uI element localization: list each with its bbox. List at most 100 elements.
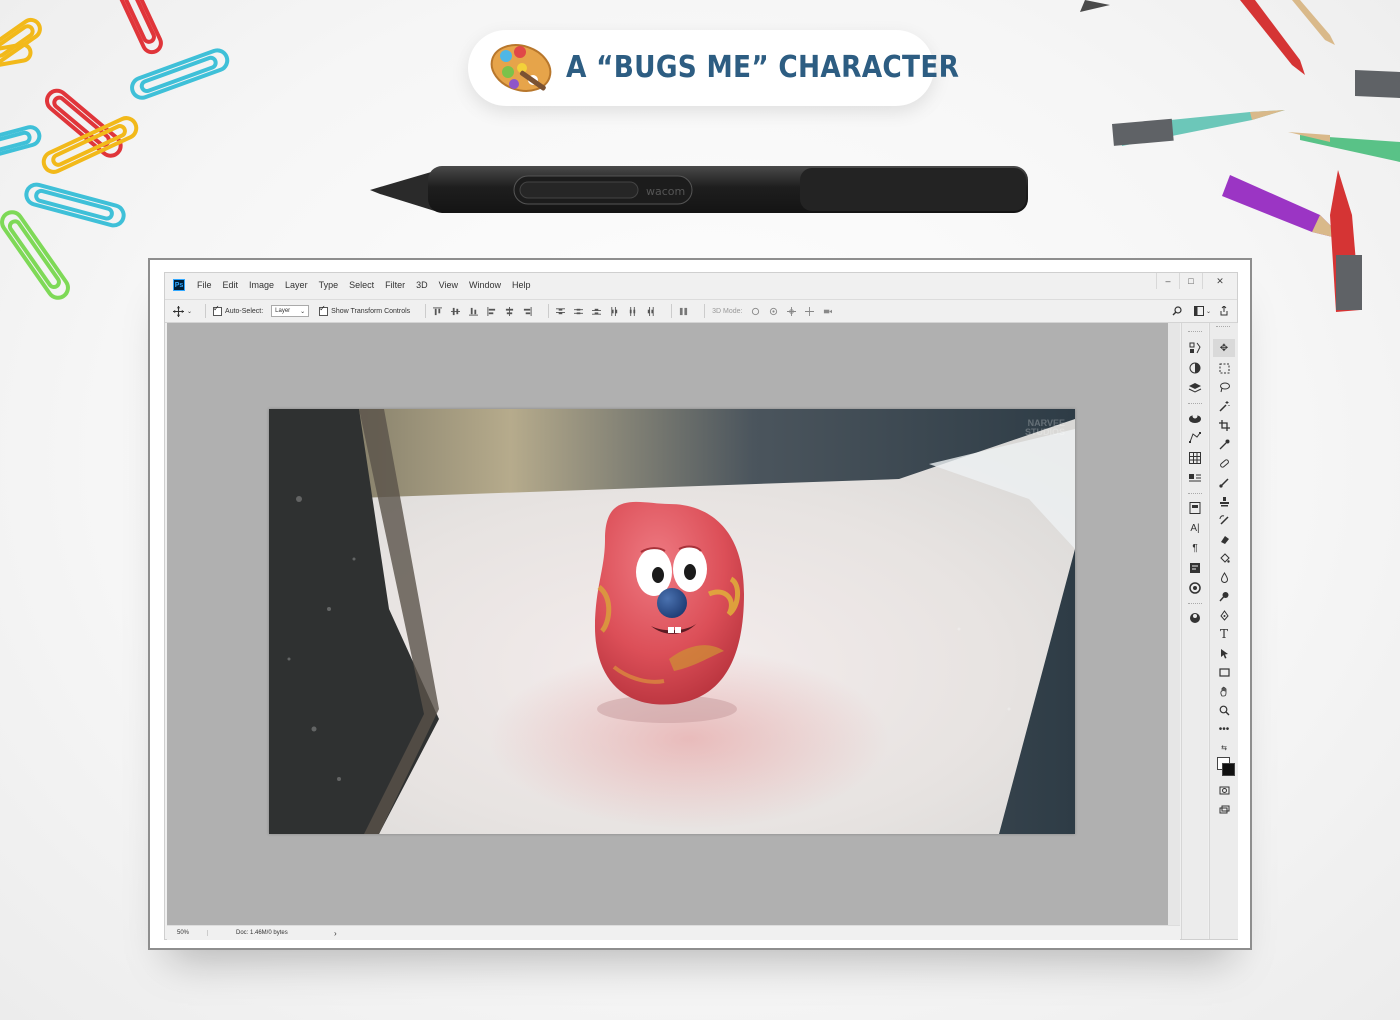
menu-help[interactable]: Help bbox=[512, 280, 531, 290]
paragraph-icon[interactable]: ¶ bbox=[1188, 541, 1202, 555]
3d-pan-icon[interactable] bbox=[786, 306, 796, 316]
auto-select-value: Layer bbox=[275, 308, 291, 314]
history-icon[interactable] bbox=[1188, 341, 1202, 355]
panel-grip[interactable] bbox=[1216, 326, 1230, 329]
type-tool-icon[interactable]: T bbox=[1217, 627, 1231, 641]
notes-icon[interactable] bbox=[1188, 561, 1202, 575]
screen-mode-icon[interactable] bbox=[1217, 802, 1231, 816]
menu-type[interactable]: Type bbox=[319, 280, 339, 290]
swatches-icon[interactable] bbox=[1188, 451, 1202, 465]
3d-icon[interactable] bbox=[1188, 411, 1202, 425]
show-transform-checkbox[interactable]: Show Transform Controls bbox=[319, 304, 410, 316]
3d-slide-icon[interactable] bbox=[804, 306, 814, 316]
maximize-button[interactable]: □ bbox=[1179, 273, 1202, 289]
share-icon[interactable] bbox=[1219, 306, 1229, 316]
clone-stamp-icon[interactable] bbox=[1217, 494, 1231, 508]
panel-grip[interactable] bbox=[1188, 403, 1202, 406]
magic-wand-icon[interactable] bbox=[1217, 399, 1231, 413]
chevron-down-icon[interactable]: ⌄ bbox=[187, 308, 192, 315]
document-image[interactable]: NARVEE STUDIOS bbox=[269, 409, 1075, 834]
eraser-icon[interactable] bbox=[1217, 532, 1231, 546]
3d-roll-icon[interactable] bbox=[769, 307, 778, 316]
chevron-down-icon: ⌄ bbox=[300, 308, 306, 315]
lasso-tool-icon[interactable] bbox=[1217, 380, 1231, 394]
more-tools-icon[interactable]: ••• bbox=[1217, 722, 1231, 736]
eyedropper-icon[interactable] bbox=[1217, 437, 1231, 451]
distribute-left-icon[interactable] bbox=[610, 306, 619, 316]
distribute-hcenter-icon[interactable] bbox=[628, 306, 637, 316]
path-selection-icon[interactable] bbox=[1217, 646, 1231, 660]
menu-select[interactable]: Select bbox=[349, 280, 374, 290]
properties-icon[interactable] bbox=[1188, 501, 1202, 515]
color-icon[interactable] bbox=[1188, 361, 1202, 375]
healing-brush-icon[interactable] bbox=[1217, 456, 1231, 470]
distribute-right-icon[interactable] bbox=[646, 306, 655, 316]
auto-select-dropdown[interactable]: Layer ⌄ bbox=[271, 305, 310, 317]
3d-rotate-icon[interactable] bbox=[751, 307, 760, 316]
quick-mask-icon[interactable] bbox=[1217, 783, 1231, 797]
rectangle-tool-icon[interactable] bbox=[1217, 665, 1231, 679]
background-color-swatch[interactable] bbox=[1222, 763, 1235, 776]
workspace-icon[interactable] bbox=[1193, 306, 1204, 316]
move-tool-icon[interactable]: ✥ bbox=[1213, 339, 1235, 357]
history-brush-icon[interactable] bbox=[1217, 513, 1231, 527]
panel-grip[interactable] bbox=[1188, 603, 1202, 606]
menu-3d[interactable]: 3D bbox=[416, 280, 428, 290]
menu-window[interactable]: Window bbox=[469, 280, 501, 290]
distribute-vcenter-icon[interactable] bbox=[574, 307, 584, 316]
distribute-bottom-icon[interactable] bbox=[592, 307, 602, 316]
3d-scale-icon[interactable] bbox=[823, 307, 832, 316]
adjustments-icon[interactable] bbox=[1188, 471, 1202, 485]
minimize-button[interactable]: – bbox=[1156, 273, 1179, 289]
vertical-scrollbar[interactable] bbox=[1168, 323, 1180, 925]
zoom-tool-icon[interactable] bbox=[1217, 703, 1231, 717]
move-tool-icon[interactable] bbox=[173, 305, 184, 317]
menu-image[interactable]: Image bbox=[249, 280, 274, 290]
blur-tool-icon[interactable] bbox=[1217, 570, 1231, 584]
close-button[interactable]: ✕ bbox=[1202, 273, 1237, 289]
menu-edit[interactable]: Edit bbox=[223, 280, 239, 290]
watermark-line: STUDIOS bbox=[1024, 427, 1065, 437]
libraries-icon[interactable] bbox=[1188, 581, 1202, 595]
search-icon[interactable] bbox=[1172, 306, 1182, 316]
pen-tool-icon[interactable] bbox=[1217, 608, 1231, 622]
paperclip-icon bbox=[130, 48, 230, 100]
align-top-icon[interactable] bbox=[433, 306, 443, 316]
dodge-tool-icon[interactable] bbox=[1217, 589, 1231, 603]
marquee-tool-icon[interactable] bbox=[1217, 361, 1231, 375]
pencil-icon bbox=[1080, 0, 1335, 75]
photoshop-window: Ps File Edit Image Layer Type Select Fil… bbox=[164, 272, 1238, 940]
align-left-icon[interactable] bbox=[487, 306, 496, 316]
chevron-down-icon[interactable]: ⌄ bbox=[1206, 308, 1211, 315]
menu-filter[interactable]: Filter bbox=[385, 280, 405, 290]
auto-select-checkbox[interactable]: Auto-Select: bbox=[213, 304, 263, 316]
menu-view[interactable]: View bbox=[439, 280, 458, 290]
status-arrow[interactable]: › bbox=[334, 929, 337, 938]
auto-align-icon[interactable] bbox=[679, 307, 688, 316]
panel-grip[interactable] bbox=[1188, 331, 1202, 334]
menu-file[interactable]: File bbox=[197, 280, 212, 290]
brush-tool-icon[interactable] bbox=[1217, 475, 1231, 489]
hand-tool-icon[interactable] bbox=[1217, 684, 1231, 698]
panel-grip[interactable] bbox=[1188, 493, 1202, 496]
divider bbox=[671, 304, 673, 318]
paths-icon[interactable] bbox=[1188, 431, 1202, 445]
align-hcenter-icon[interactable] bbox=[505, 306, 514, 316]
paint-bucket-icon[interactable] bbox=[1217, 551, 1231, 565]
channels-icon[interactable] bbox=[1188, 611, 1202, 625]
pencil-icon bbox=[1222, 175, 1345, 240]
pencil-icon bbox=[1330, 170, 1362, 312]
swap-colors-icon[interactable]: ⇆ bbox=[1217, 741, 1231, 755]
character-icon[interactable]: A| bbox=[1188, 521, 1202, 535]
zoom-level[interactable]: 50% bbox=[167, 930, 208, 936]
layers-icon[interactable] bbox=[1188, 381, 1202, 395]
align-vcenter-icon[interactable] bbox=[451, 307, 461, 316]
align-right-icon[interactable] bbox=[523, 306, 532, 316]
divider bbox=[548, 304, 550, 318]
menu-layer[interactable]: Layer bbox=[285, 280, 308, 290]
align-bottom-icon[interactable] bbox=[469, 307, 479, 316]
distribute-top-icon[interactable] bbox=[556, 307, 566, 316]
canvas-area[interactable]: NARVEE STUDIOS bbox=[167, 323, 1168, 925]
crop-tool-icon[interactable] bbox=[1217, 418, 1231, 432]
tools-panel: ✥ T ••• ⇆ bbox=[1209, 323, 1238, 939]
